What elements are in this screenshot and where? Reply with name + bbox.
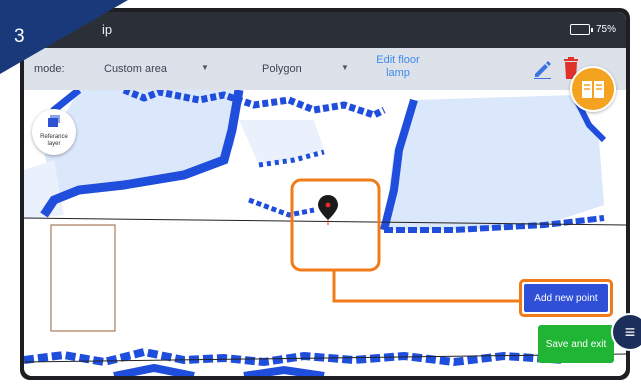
step-number: 3 (14, 26, 25, 47)
map-canvas[interactable]: Referance layer (24, 90, 626, 376)
battery-percent: 75% (595, 24, 616, 35)
reference-layer-button[interactable]: Referance layer (32, 109, 76, 155)
status-bar: ip 75% (24, 12, 626, 48)
app-title: ip (102, 22, 113, 37)
map-obstacle (113, 363, 325, 376)
battery-indicator: 75% (569, 24, 616, 35)
battery-icon (569, 24, 590, 35)
chevron-down-icon[interactable]: ▼ (201, 63, 209, 72)
edit-label-line2: lamp (386, 67, 410, 79)
add-new-point-button[interactable]: Add new point (519, 279, 613, 317)
tablet-frame: ip 75% mode: Custom area ▼ Polygon ▼ Edi… (20, 8, 630, 380)
highlight-arrow (332, 270, 522, 303)
chevron-down-icon[interactable]: ▼ (341, 63, 349, 72)
app-screen: ip 75% mode: Custom area ▼ Polygon ▼ Edi… (24, 12, 626, 376)
book-icon (582, 81, 604, 98)
save-and-exit-button[interactable]: Save and exit (538, 325, 614, 363)
edit-label-line1: Edit floor (376, 54, 420, 66)
pencil-icon[interactable] (532, 59, 552, 79)
free-area (239, 120, 324, 165)
add-new-point-label: Add new point (524, 284, 608, 312)
manual-button[interactable] (570, 66, 616, 112)
occupancy-map (24, 90, 626, 376)
mode-label: mode: (34, 63, 65, 75)
map-pin-icon[interactable] (318, 195, 338, 225)
layers-icon (48, 115, 60, 127)
edit-toolbar: mode: Custom area ▼ Polygon ▼ Edit floor… (24, 48, 626, 90)
edit-floor-lamp-button[interactable]: Edit floor lamp (364, 54, 432, 80)
menu-fab-button[interactable]: ≡ (611, 313, 641, 351)
highlight-box (290, 178, 381, 272)
custom-area-rect[interactable] (50, 224, 116, 332)
free-area (384, 95, 604, 230)
shape-dropdown[interactable]: Polygon (262, 63, 302, 75)
reference-layer-label-1: Referance (40, 134, 68, 140)
map-obstacle (248, 197, 315, 218)
area-dropdown[interactable]: Custom area (104, 63, 167, 75)
reference-layer-label-2: layer (47, 141, 61, 147)
